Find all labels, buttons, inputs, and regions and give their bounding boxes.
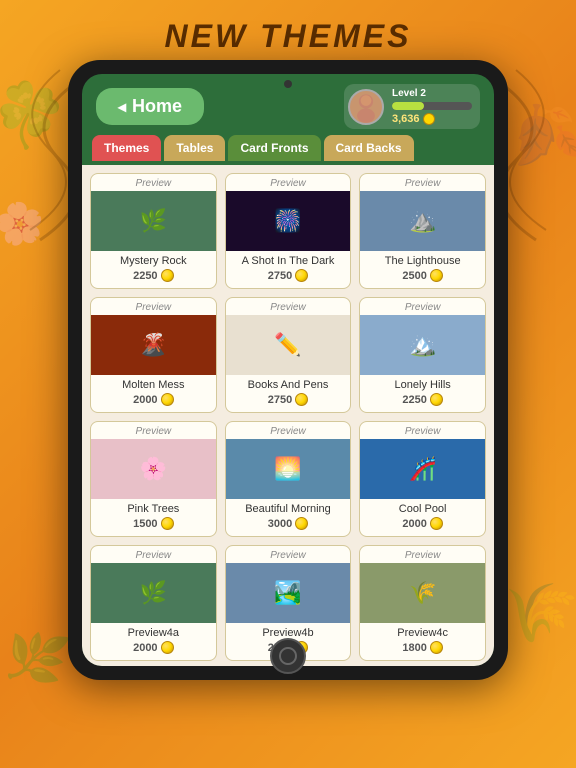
player-info: Level 2 3,636 <box>392 88 472 125</box>
theme-image-10: 🏞️ <box>226 563 351 623</box>
theme-price-2: 2500 <box>402 269 442 282</box>
tablet-home-button[interactable] <box>270 638 306 674</box>
theme-name-7: Beautiful Morning <box>241 499 335 517</box>
deco-leaf-tl: 🍀 <box>0 69 75 161</box>
price-coin-8 <box>430 517 443 530</box>
avatar <box>348 89 384 125</box>
theme-price-3: 2000 <box>133 393 173 406</box>
theme-image-4: ✏️ <box>226 315 351 375</box>
deco-swirl-tr: 🍂 <box>496 89 576 181</box>
theme-price-5: 2250 <box>402 393 442 406</box>
theme-card-3[interactable]: Preview🌋Molten Mess2000 <box>90 297 217 413</box>
price-coin-5 <box>430 393 443 406</box>
theme-name-4: Books And Pens <box>244 375 333 393</box>
page-title: NEW THEMES <box>0 0 576 67</box>
theme-price-11: 1800 <box>402 641 442 654</box>
theme-price-0: 2250 <box>133 269 173 282</box>
theme-price-6: 1500 <box>133 517 173 530</box>
theme-card-9[interactable]: Preview🌿Preview4a2000 <box>90 545 217 661</box>
price-coin-1 <box>295 269 308 282</box>
theme-image-11: 🌾 <box>360 563 485 623</box>
preview-label: Preview <box>136 174 172 191</box>
theme-image-3: 🌋 <box>91 315 216 375</box>
theme-card-8[interactable]: Preview🎢Cool Pool2000 <box>359 421 486 537</box>
price-coin-11 <box>430 641 443 654</box>
tab-themes[interactable]: Themes <box>92 135 161 161</box>
price-coin-0 <box>161 269 174 282</box>
theme-price-7: 3000 <box>268 517 308 530</box>
price-coin-2 <box>430 269 443 282</box>
preview-label: Preview <box>136 546 172 563</box>
preview-label: Preview <box>136 298 172 315</box>
xp-bar-fill <box>392 102 424 110</box>
theme-card-1[interactable]: Preview🎆A Shot In The Dark2750 <box>225 173 352 289</box>
home-button[interactable]: Home <box>96 88 204 125</box>
preview-label: Preview <box>405 298 441 315</box>
tab-card-backs[interactable]: Card Backs <box>324 135 414 161</box>
score-row: 3,636 <box>392 113 472 125</box>
theme-card-4[interactable]: Preview✏️Books And Pens2750 <box>225 297 352 413</box>
theme-price-9: 2000 <box>133 641 173 654</box>
theme-image-8: 🎢 <box>360 439 485 499</box>
theme-name-5: Lonely Hills <box>391 375 455 393</box>
theme-name-3: Molten Mess <box>118 375 188 393</box>
price-coin-7 <box>295 517 308 530</box>
preview-label: Preview <box>405 174 441 191</box>
theme-name-1: A Shot In The Dark <box>238 251 339 269</box>
themes-grid: Preview🌿Mystery Rock2250Preview🎆A Shot I… <box>90 173 486 661</box>
theme-price-8: 2000 <box>402 517 442 530</box>
content-area[interactable]: Preview🌿Mystery Rock2250Preview🎆A Shot I… <box>82 165 494 666</box>
theme-price-1: 2750 <box>268 269 308 282</box>
player-card: Level 2 3,636 <box>344 84 480 129</box>
theme-image-2: ⛰️ <box>360 191 485 251</box>
level-label: Level 2 <box>392 88 472 99</box>
tab-tables[interactable]: Tables <box>164 135 225 161</box>
theme-name-8: Cool Pool <box>395 499 451 517</box>
theme-price-4: 2750 <box>268 393 308 406</box>
preview-label: Preview <box>405 422 441 439</box>
theme-card-11[interactable]: Preview🌾Preview4c1800 <box>359 545 486 661</box>
preview-label: Preview <box>270 298 306 315</box>
tab-bar: Themes Tables Card Fronts Card Backs <box>82 135 494 161</box>
theme-name-0: Mystery Rock <box>116 251 191 269</box>
deco-leaf-bl: 🌿 <box>0 622 74 695</box>
price-coin-6 <box>161 517 174 530</box>
price-coin-9 <box>161 641 174 654</box>
front-camera <box>284 80 292 88</box>
price-coin-3 <box>161 393 174 406</box>
theme-card-5[interactable]: Preview🏔️Lonely Hills2250 <box>359 297 486 413</box>
tablet-screen: Home Level 2 3,636 <box>82 74 494 666</box>
preview-label: Preview <box>270 174 306 191</box>
theme-image-6: 🌸 <box>91 439 216 499</box>
preview-label: Preview <box>405 546 441 563</box>
tablet-home-button-inner <box>279 647 297 665</box>
xp-bar <box>392 102 472 110</box>
theme-card-7[interactable]: Preview🌅Beautiful Morning3000 <box>225 421 352 537</box>
theme-name-11: Preview4c <box>393 623 452 641</box>
theme-image-9: 🌿 <box>91 563 216 623</box>
theme-image-0: 🌿 <box>91 191 216 251</box>
theme-card-2[interactable]: Preview⛰️The Lighthouse2500 <box>359 173 486 289</box>
theme-name-2: The Lighthouse <box>381 251 465 269</box>
theme-image-1: 🎆 <box>226 191 351 251</box>
coin-icon <box>423 113 435 125</box>
deco-leaf-ml: 🌸 <box>0 196 49 251</box>
tab-card-fronts[interactable]: Card Fronts <box>228 135 320 161</box>
score-value: 3,636 <box>392 113 420 125</box>
theme-card-6[interactable]: Preview🌸Pink Trees1500 <box>90 421 217 537</box>
preview-label: Preview <box>136 422 172 439</box>
theme-image-5: 🏔️ <box>360 315 485 375</box>
preview-label: Preview <box>270 546 306 563</box>
theme-name-6: Pink Trees <box>123 499 183 517</box>
price-coin-4 <box>295 393 308 406</box>
preview-label: Preview <box>270 422 306 439</box>
tablet-device: Home Level 2 3,636 <box>68 60 508 680</box>
theme-name-9: Preview4a <box>124 623 183 641</box>
theme-card-0[interactable]: Preview🌿Mystery Rock2250 <box>90 173 217 289</box>
theme-image-7: 🌅 <box>226 439 351 499</box>
